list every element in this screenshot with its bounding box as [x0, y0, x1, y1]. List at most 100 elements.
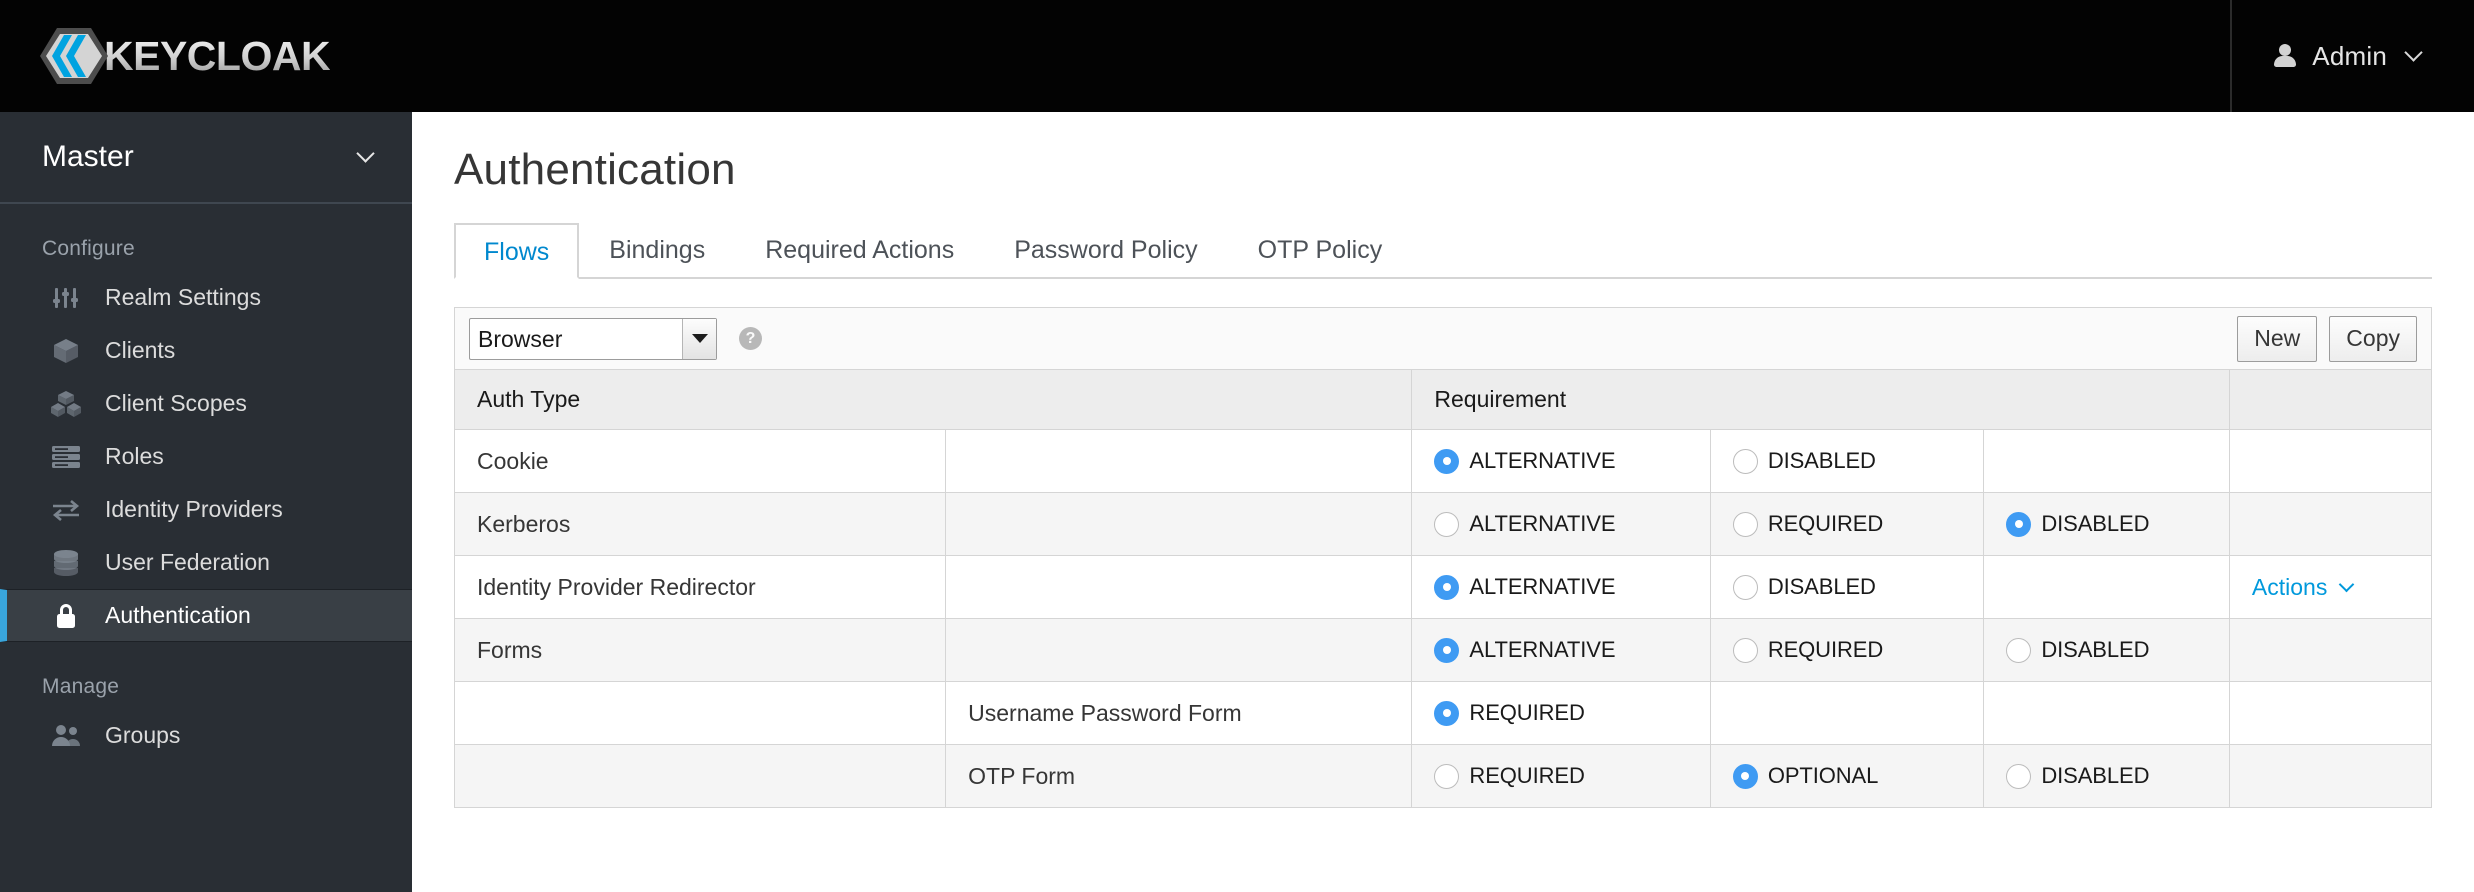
radio-label[interactable]: DISABLED [2041, 763, 2149, 789]
cell-requirement-option[interactable]: DISABLED [1983, 618, 2230, 682]
cell-requirement-option[interactable]: REQUIRED [1411, 681, 1711, 745]
actions-dropdown[interactable]: Actions [2251, 573, 2355, 601]
cell-actions [2228, 744, 2433, 808]
sidebar-item-identity-providers[interactable]: Identity Providers [0, 483, 412, 536]
radio-label[interactable]: ALTERNATIVE [1469, 511, 1615, 537]
radio-label[interactable]: REQUIRED [1469, 763, 1584, 789]
brand-name: KEYCLOAK [104, 32, 331, 79]
sliders-icon [49, 283, 83, 313]
radio-label[interactable]: ALTERNATIVE [1469, 637, 1615, 663]
sidebar-item-roles[interactable]: Roles [0, 430, 412, 483]
tab-flows[interactable]: Flows [454, 223, 580, 279]
user-menu[interactable]: Admin [2230, 0, 2474, 112]
cell-requirement-option[interactable]: REQUIRED [1411, 744, 1711, 808]
cell-auth-type: Cookie [453, 429, 947, 493]
radio-label[interactable]: DISABLED [2041, 511, 2149, 537]
radio-button[interactable] [1732, 763, 1758, 789]
database-icon [49, 548, 83, 578]
radio-label[interactable]: ALTERNATIVE [1469, 574, 1615, 600]
cell-requirement-option[interactable]: ALTERNATIVE [1411, 555, 1711, 619]
radio-button[interactable] [1732, 637, 1758, 663]
new-button[interactable]: New [2237, 315, 2318, 362]
cell-sub-type [945, 429, 1413, 493]
cell-sub-type: OTP Form [945, 744, 1413, 808]
cell-requirement-option[interactable]: DISABLED [1983, 744, 2230, 808]
actions-label: Actions [2251, 573, 2328, 600]
sidebar-item-user-federation[interactable]: User Federation [0, 536, 412, 589]
table-body: Cookie ALTERNATIVE DISABLED Kerberos ALT… [453, 429, 2433, 808]
list-icon [49, 442, 83, 472]
users-icon [49, 721, 83, 751]
radio-label[interactable]: REQUIRED [1768, 511, 1883, 537]
sidebar-item-clients[interactable]: Clients [0, 324, 412, 377]
cell-requirement-option[interactable]: ALTERNATIVE [1411, 618, 1711, 682]
column-header-requirement: Requirement [1411, 369, 2230, 430]
radio-label[interactable]: OPTIONAL [1768, 763, 1879, 789]
tab-bindings[interactable]: Bindings [579, 221, 735, 277]
sidebar-item-label: Roles [105, 443, 164, 469]
radio-button[interactable] [1434, 511, 1460, 537]
tab-required-actions[interactable]: Required Actions [735, 221, 984, 277]
cell-requirement-option[interactable]: DISABLED [1709, 555, 1985, 619]
cell-requirement-option[interactable]: REQUIRED [1709, 492, 1985, 556]
cell-requirement-option[interactable]: DISABLED [1709, 429, 1985, 493]
question-circle-icon[interactable]: ? [739, 327, 762, 350]
flow-select-wrapper: Browser [469, 317, 717, 360]
tab-otp-policy[interactable]: OTP Policy [1228, 221, 1413, 277]
flow-select[interactable]: Browser [469, 317, 717, 360]
radio-button[interactable] [1732, 448, 1758, 474]
cell-actions[interactable]: Actions [2228, 555, 2433, 619]
radio-label[interactable]: DISABLED [2041, 637, 2149, 663]
radio-label[interactable]: ALTERNATIVE [1469, 448, 1615, 474]
user-name: Admin [2312, 40, 2387, 71]
radio-label[interactable]: REQUIRED [1469, 700, 1584, 726]
cell-requirement-option[interactable]: ALTERNATIVE [1411, 429, 1711, 493]
cell-requirement-option[interactable]: OPTIONAL [1709, 744, 1985, 808]
cell-requirement-option[interactable]: DISABLED [1983, 492, 2230, 556]
nav-section-manage-title: Manage [42, 675, 120, 698]
cell-auth-type [453, 681, 947, 745]
radio-button[interactable] [1434, 700, 1460, 726]
radio-label[interactable]: DISABLED [1768, 448, 1876, 474]
sidebar-item-label: Identity Providers [105, 496, 283, 522]
cell-requirement-empty [1983, 429, 2230, 493]
keycloak-hexagon-logo-icon [40, 26, 108, 86]
cubes-icon [49, 389, 83, 419]
cell-requirement-option[interactable]: REQUIRED [1709, 618, 1985, 682]
cell-auth-type: Identity Provider Redirector [453, 555, 947, 619]
sidebar-item-label: Clients [105, 337, 176, 363]
toolbar-actions: New Copy [2237, 315, 2417, 362]
radio-button[interactable] [2006, 763, 2032, 789]
radio-label[interactable]: REQUIRED [1768, 637, 1883, 663]
chevron-down-icon [2339, 576, 2355, 592]
cell-auth-type: Forms [453, 618, 947, 682]
cell-requirement-empty [1983, 681, 2230, 745]
brand[interactable]: KEYCLOAK [40, 0, 331, 112]
cell-requirement-option[interactable]: ALTERNATIVE [1411, 492, 1711, 556]
copy-button[interactable]: Copy [2329, 315, 2417, 362]
radio-button[interactable] [2006, 637, 2032, 663]
sidebar-item-label: Client Scopes [105, 390, 247, 416]
radio-button[interactable] [2006, 511, 2032, 537]
tab-password-policy[interactable]: Password Policy [984, 221, 1227, 277]
sidebar-item-realm-settings[interactable]: Realm Settings [0, 271, 412, 324]
sidebar-item-client-scopes[interactable]: Client Scopes [0, 377, 412, 430]
realm-selector[interactable]: Master [0, 112, 412, 204]
radio-button[interactable] [1434, 763, 1460, 789]
sidebar-item-authentication[interactable]: Authentication [0, 589, 412, 642]
radio-button[interactable] [1434, 637, 1460, 663]
cell-sub-type [945, 618, 1413, 682]
column-header-auth-type: Auth Type [453, 369, 1413, 430]
masthead: KEYCLOAK Admin [0, 0, 2474, 112]
table-row: OTP Form REQUIRED OPTIONAL DISABLED [453, 744, 2433, 808]
radio-button[interactable] [1434, 574, 1460, 600]
radio-button[interactable] [1732, 574, 1758, 600]
table-row: Identity Provider Redirector ALTERNATIVE… [453, 555, 2433, 619]
lock-icon [49, 601, 83, 631]
cell-sub-type: Username Password Form [945, 681, 1413, 745]
sidebar-item-groups[interactable]: Groups [0, 709, 412, 762]
radio-button[interactable] [1732, 511, 1758, 537]
cube-icon [49, 336, 83, 366]
radio-button[interactable] [1434, 448, 1460, 474]
radio-label[interactable]: DISABLED [1768, 574, 1876, 600]
